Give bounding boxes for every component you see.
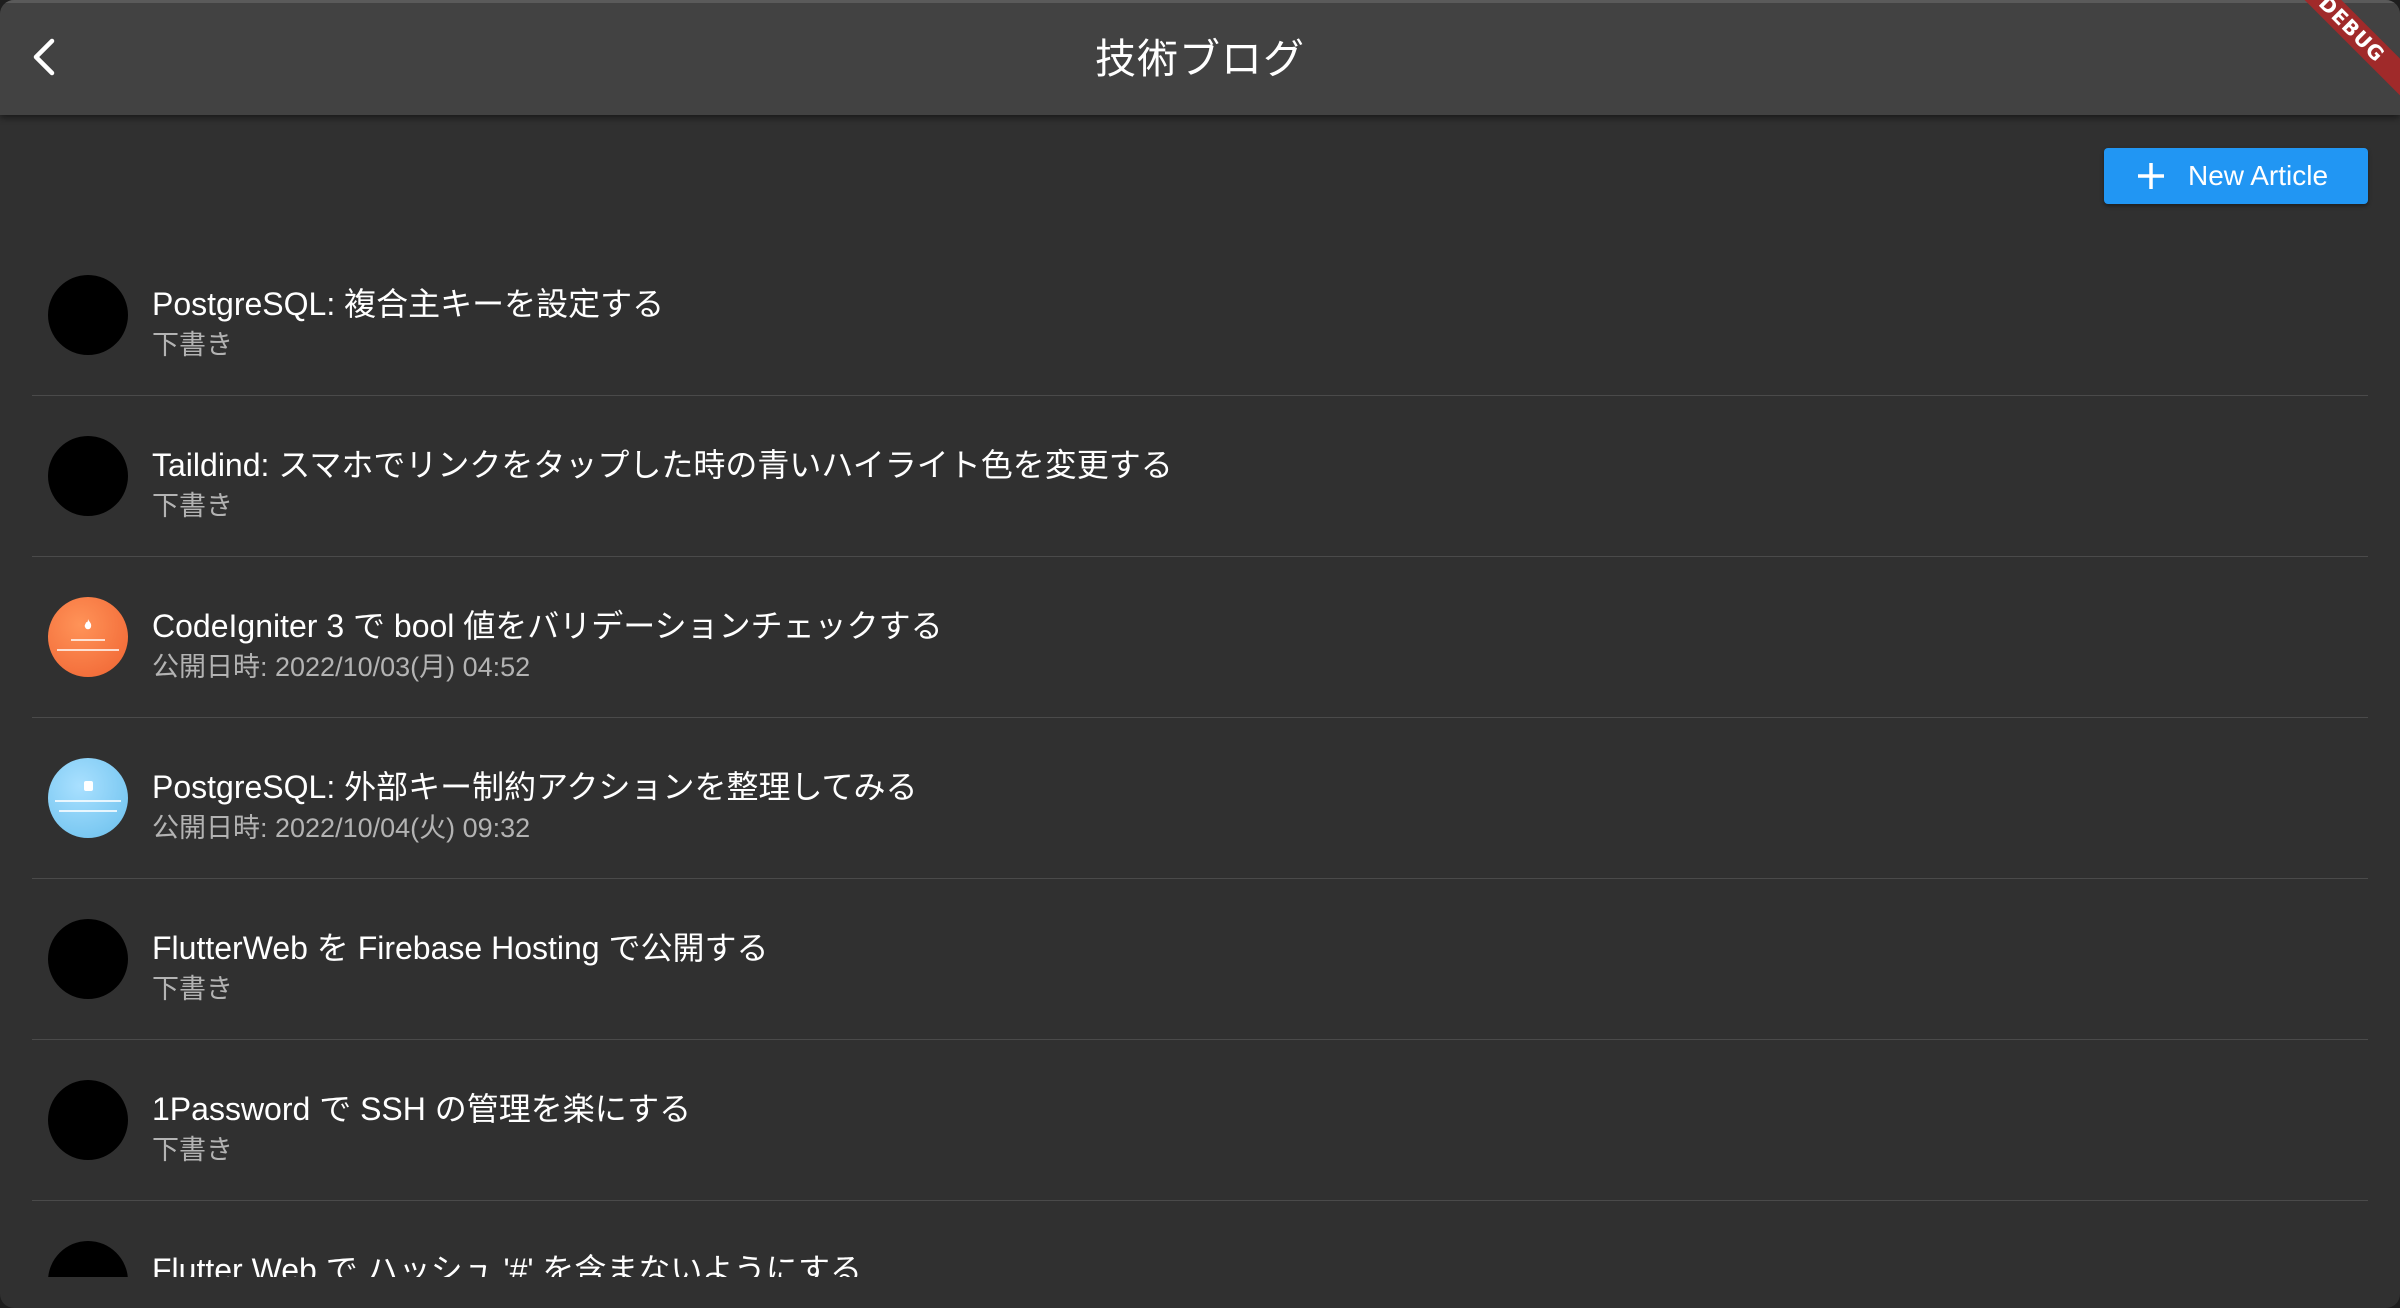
avatar bbox=[48, 1241, 128, 1277]
app-bar: 技術ブログ bbox=[0, 0, 2400, 115]
article-status: 下書き bbox=[152, 1135, 233, 1165]
avatar bbox=[48, 758, 128, 838]
article-status: 下書き bbox=[152, 491, 233, 521]
article-list[interactable]: PostgreSQL: 複合主キーを設定する 下書き Taildind: スマホ… bbox=[32, 235, 2368, 1277]
page-title: 技術ブログ bbox=[1095, 35, 1305, 83]
avatar bbox=[48, 275, 128, 355]
list-item[interactable]: Flutter Web で ハッシュ '#' を含まないようにする bbox=[32, 1201, 2368, 1277]
article-title: CodeIgniter 3 で bool 値をバリデーションチェックする bbox=[152, 608, 943, 644]
list-item[interactable]: FlutterWeb を Firebase Hosting で公開する 下書き bbox=[32, 879, 2368, 1040]
avatar bbox=[48, 597, 128, 677]
list-item[interactable]: CodeIgniter 3 で bool 値をバリデーションチェックする 公開日… bbox=[32, 557, 2368, 718]
article-title: FlutterWeb を Firebase Hosting で公開する bbox=[152, 930, 769, 966]
article-published-date: 公開日時: 2022/10/03(月) 04:52 bbox=[152, 652, 531, 682]
article-status: 下書き bbox=[152, 974, 233, 1004]
new-article-button[interactable]: New Article bbox=[2104, 148, 2368, 204]
article-title: 1Password で SSH の管理を楽にする bbox=[152, 1091, 692, 1127]
thumbnail-line bbox=[48, 635, 128, 641]
list-item[interactable]: 1Password で SSH の管理を楽にする 下書き bbox=[32, 1040, 2368, 1201]
app-window: 技術ブログ DEBUG New Article PostgreSQL: 複合主キ… bbox=[0, 0, 2400, 1308]
thumbnail-line bbox=[48, 645, 128, 651]
new-article-label: New Article bbox=[2188, 160, 2329, 191]
list-item[interactable]: Taildind: スマホでリンクをタップした時の青いハイライト色を変更する 下… bbox=[32, 396, 2368, 557]
thumbnail-line bbox=[48, 806, 128, 812]
plus-icon bbox=[2136, 161, 2166, 191]
article-title: PostgreSQL: 複合主キーを設定する bbox=[152, 286, 665, 322]
avatar bbox=[48, 919, 128, 999]
article-status: 下書き bbox=[152, 330, 233, 360]
list-item[interactable]: PostgreSQL: 外部キー制約アクションを整理してみる 公開日時: 202… bbox=[32, 718, 2368, 879]
database-icon bbox=[84, 781, 93, 791]
article-title: PostgreSQL: 外部キー制約アクションを整理してみる bbox=[152, 769, 918, 805]
article-title: Flutter Web で ハッシュ '#' を含まないようにする bbox=[152, 1252, 863, 1277]
avatar bbox=[48, 1080, 128, 1160]
thumbnail-line bbox=[48, 796, 128, 802]
flame-icon bbox=[84, 619, 92, 630]
list-item[interactable]: PostgreSQL: 複合主キーを設定する 下書き bbox=[32, 235, 2368, 396]
avatar bbox=[48, 436, 128, 516]
article-published-date: 公開日時: 2022/10/04(火) 09:32 bbox=[152, 813, 531, 843]
article-title: Taildind: スマホでリンクをタップした時の青いハイライト色を変更する bbox=[152, 447, 1173, 483]
